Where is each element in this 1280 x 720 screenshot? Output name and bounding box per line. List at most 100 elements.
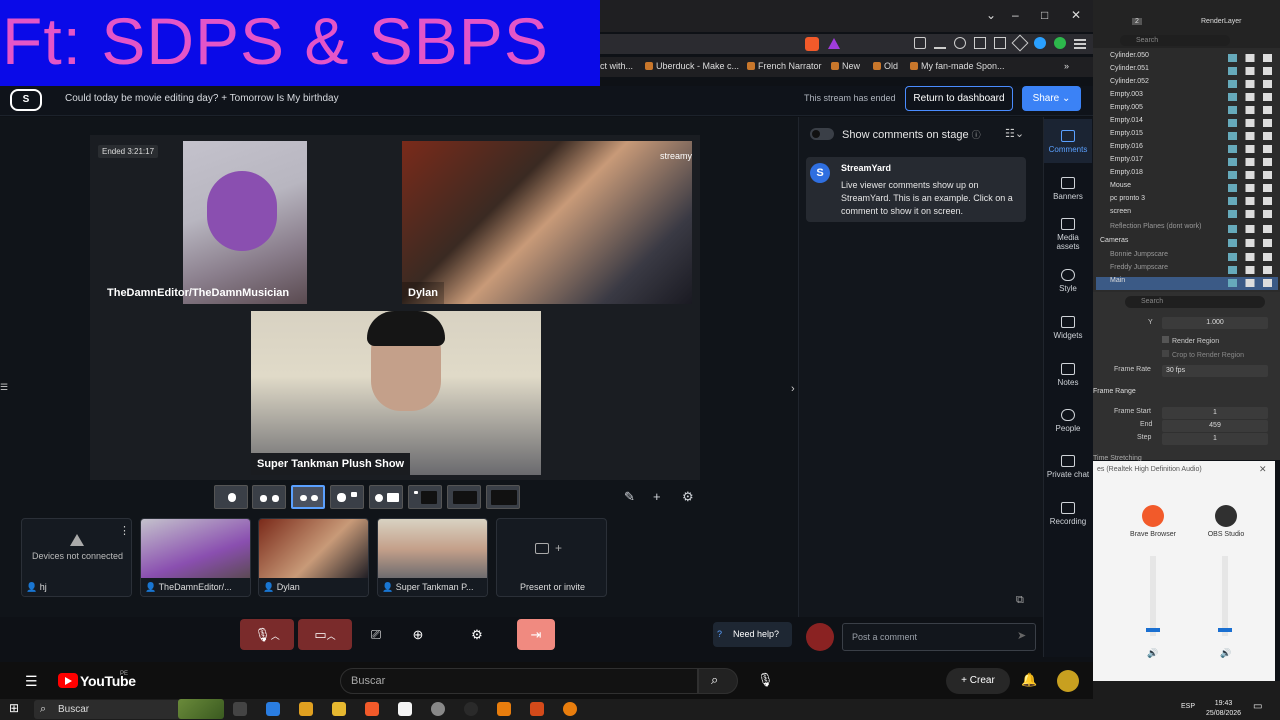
return-dashboard-button[interactable]: Return to dashboard <box>905 86 1013 111</box>
outliner-row[interactable]: Empty.018 <box>1096 169 1278 182</box>
sidebar-item-recording[interactable]: Recording <box>1045 502 1091 526</box>
brave-icon[interactable] <box>365 702 379 716</box>
crop-region-checkbox[interactable]: Crop to Render Region <box>1162 350 1244 359</box>
close-icon[interactable]: ✕ <box>1259 464 1267 475</box>
comment-card[interactable]: S StreamYard Live viewer comments show u… <box>806 157 1026 222</box>
bookmark-item[interactable]: New <box>831 61 860 71</box>
app-icon[interactable] <box>530 702 544 716</box>
dropdown-icon[interactable]: ⌄ <box>986 8 996 22</box>
sidebar-icon[interactable] <box>994 37 1006 49</box>
youtube-logo-icon[interactable] <box>58 673 78 688</box>
add-icon[interactable]: + <box>653 489 661 504</box>
bookmarks-overflow-icon[interactable]: » <box>1064 61 1069 71</box>
mute-button[interactable]: 🎙︿ <box>240 619 294 650</box>
language-indicator[interactable]: ESP <box>1181 703 1195 710</box>
y-field[interactable]: 1.000 <box>1162 317 1268 329</box>
bookmark-item[interactable]: ct with... <box>600 61 633 71</box>
outliner-search[interactable]: Search <box>1120 35 1230 46</box>
frame-start-field[interactable]: 1 <box>1162 407 1268 419</box>
outliner-row[interactable]: Freddy Jumpscare <box>1096 264 1278 277</box>
popout-icon[interactable]: ⧉ <box>1016 594 1024 607</box>
layout-leader[interactable] <box>330 485 364 509</box>
sidebar-item-comments[interactable]: Comments <box>1045 130 1091 154</box>
hamburger-icon[interactable]: ☰ <box>25 673 38 690</box>
url-bar[interactable] <box>600 34 1093 54</box>
taskbar-clock[interactable]: 19:43 25/08/2026 <box>1206 699 1241 719</box>
brave-shield-icon[interactable] <box>805 37 819 51</box>
outliner-row[interactable]: Empty.017 <box>1096 156 1278 169</box>
render-layer-label[interactable]: RenderLayer <box>1201 18 1241 25</box>
frame-end-field[interactable]: 459 <box>1162 420 1268 432</box>
media-icon[interactable] <box>954 37 966 49</box>
need-help-button[interactable]: ? Need help? <box>713 622 792 647</box>
properties-search[interactable]: Search <box>1125 296 1265 308</box>
app-icon[interactable] <box>266 702 280 716</box>
brave-rewards-icon[interactable] <box>828 38 840 49</box>
participant-card[interactable]: Devices not connected ⋮ 👤 hj <box>21 518 132 597</box>
sidebar-item-widgets[interactable]: Widgets <box>1045 316 1091 340</box>
participant-card[interactable]: 👤 Super Tankman P... <box>377 518 488 597</box>
menu-icon[interactable] <box>1074 39 1086 41</box>
invite-button[interactable]: ⊕ <box>404 619 432 650</box>
start-icon[interactable]: ⊞ <box>9 701 19 715</box>
file-explorer-icon[interactable] <box>332 702 346 716</box>
show-comments-toggle[interactable] <box>810 128 834 140</box>
share-screen-button[interactable]: ⎚ <box>362 619 390 650</box>
bookmark-item[interactable]: French Narrator <box>747 61 822 71</box>
bookmark-star-icon[interactable] <box>1011 34 1029 52</box>
participant-card[interactable]: 👤 TheDamnEditor/... <box>140 518 251 597</box>
send-icon[interactable]: ➤ <box>1017 629 1026 642</box>
outliner-row[interactable]: Cylinder.051 <box>1096 65 1278 78</box>
participant-video[interactable]: Super Tankman Plush Show <box>251 311 541 475</box>
share-button[interactable]: Share ⌄ <box>1022 86 1081 111</box>
camera-button[interactable]: ▭︿ <box>298 619 352 650</box>
sidebar-item-media[interactable]: Media assets <box>1045 218 1091 251</box>
settings-icon[interactable]: ⚙ <box>682 489 694 505</box>
present-or-invite-card[interactable]: + Present or invite <box>496 518 607 597</box>
scene-number[interactable]: 2 <box>1132 18 1142 25</box>
outliner-row[interactable]: Reflection Planes (dont work) <box>1096 223 1278 236</box>
youtube-search-button[interactable]: ⌕ <box>698 668 738 694</box>
sidebar-item-people[interactable]: People <box>1045 409 1091 433</box>
sidebar-item-banners[interactable]: Banners <box>1045 177 1091 201</box>
settings-button[interactable]: ⚙ <box>463 619 491 650</box>
outliner-row[interactable]: pc pronto 3 <box>1096 195 1278 208</box>
close-button[interactable]: ✕ <box>1071 8 1081 22</box>
frame-step-field[interactable]: 1 <box>1162 433 1268 445</box>
profile-icon[interactable] <box>1054 37 1066 49</box>
filter-icon[interactable]: ☷⌄ <box>1005 127 1024 140</box>
outliner-row[interactable]: Mouse <box>1096 182 1278 195</box>
reading-list-icon[interactable] <box>974 37 986 49</box>
blender-icon[interactable] <box>497 702 511 716</box>
outliner-row[interactable]: Empty.015 <box>1096 130 1278 143</box>
chevron-up-icon[interactable]: ︿ <box>271 631 280 641</box>
layout-group[interactable] <box>291 485 325 509</box>
sidebar-item-notes[interactable]: Notes <box>1045 363 1091 387</box>
sidebar-item-private-chat[interactable]: Private chat <box>1045 455 1091 479</box>
sidebar-item-style[interactable]: Style <box>1045 269 1091 293</box>
download-icon[interactable] <box>934 37 946 49</box>
layout-side[interactable] <box>447 485 481 509</box>
streamyard-logo[interactable]: S <box>10 89 42 111</box>
outliner-row-selected[interactable]: Main <box>1096 277 1278 290</box>
outliner-row[interactable]: Cameras <box>1096 237 1278 250</box>
volume-slider[interactable] <box>1218 556 1232 636</box>
edit-icon[interactable]: ✎ <box>624 489 635 505</box>
layout-pip[interactable] <box>408 485 442 509</box>
bookmark-item[interactable]: Old <box>873 61 898 71</box>
post-comment-input[interactable]: Post a comment <box>842 623 1036 651</box>
render-region-checkbox[interactable]: Render Region <box>1162 336 1219 345</box>
left-panel-icon[interactable]: ☰ <box>0 382 8 393</box>
minimize-button[interactable]: – <box>1012 8 1019 22</box>
frame-range-header[interactable]: Frame Range <box>1093 388 1136 395</box>
outliner-row[interactable]: Cylinder.052 <box>1096 78 1278 91</box>
layout-full[interactable] <box>486 485 520 509</box>
volume-slider[interactable] <box>1146 556 1160 636</box>
streamyard-taskbar-icon[interactable] <box>398 702 412 716</box>
obs-icon[interactable] <box>464 702 478 716</box>
task-view-icon[interactable] <box>233 702 247 716</box>
outliner-row[interactable]: Empty.016 <box>1096 143 1278 156</box>
more-options-icon[interactable]: ⋮ <box>119 524 130 537</box>
layout-screen[interactable] <box>369 485 403 509</box>
maximize-button[interactable]: □ <box>1041 8 1048 22</box>
